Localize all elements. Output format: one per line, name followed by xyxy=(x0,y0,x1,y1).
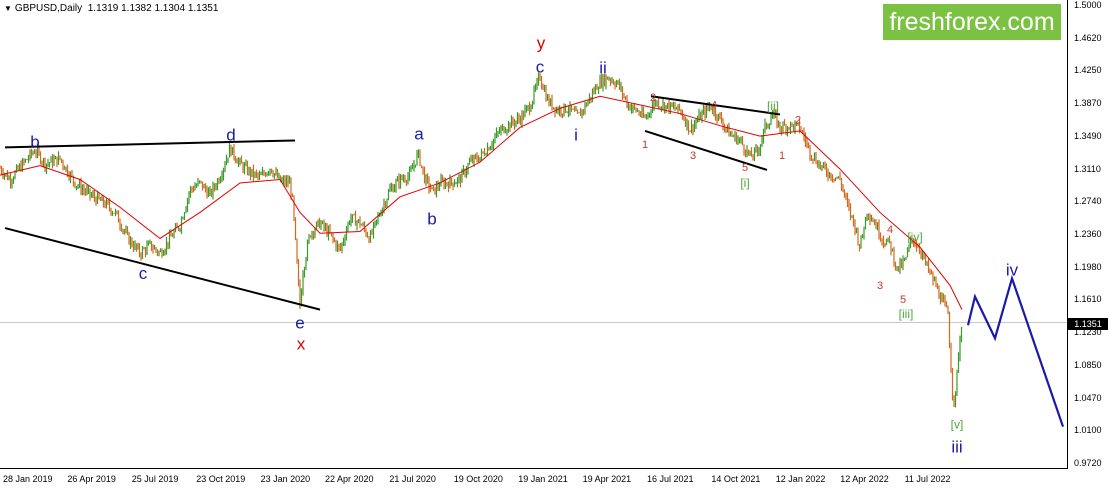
x-tick-label: 19 Jan 2021 xyxy=(518,474,568,484)
chart-window: b c d e x a b y c i ii 1 2 3 4 5 [i] [ii] 1 2 4 3 5 [iii] [iv] iv… xyxy=(0,0,1111,491)
x-tick-label: 22 Apr 2020 xyxy=(325,474,374,484)
y-tick-label: 1.1610 xyxy=(1074,294,1102,305)
wave-label: x xyxy=(297,334,306,353)
chart-header: ▼ GBPUSD,Daily 1.1319 1.1382 1.1304 1.135… xyxy=(4,3,218,14)
x-tick-label: 12 Jan 2022 xyxy=(775,474,826,484)
wave-label: 3 xyxy=(690,150,696,162)
wave-label: a xyxy=(414,124,424,143)
wave-label: 5 xyxy=(742,162,748,174)
x-tick-label: 25 Jul 2019 xyxy=(131,474,179,484)
y-tick-label: 1.3490 xyxy=(1074,130,1102,141)
wave-label: [ii] xyxy=(767,99,779,113)
wave-label: 2 xyxy=(650,92,656,104)
symbol-label: GBPUSD,Daily xyxy=(14,3,83,14)
wave-label: b xyxy=(427,209,436,228)
ohlc-values: 1.1319 1.1382 1.1304 1.1351 xyxy=(87,3,219,14)
wave-label: [iii] xyxy=(899,307,914,321)
y-tick-label: 1.3110 xyxy=(1074,163,1101,174)
y-tick-label: 1.0850 xyxy=(1074,359,1102,370)
x-tick-label: 23 Oct 2019 xyxy=(196,474,246,484)
y-tick-label: 1.4620 xyxy=(1074,32,1102,43)
wave-label: i xyxy=(574,125,578,144)
x-tick-label: 16 Jul 2021 xyxy=(647,474,694,484)
wave-label: ii xyxy=(599,59,607,78)
wave-label: 2 xyxy=(795,114,801,126)
y-tick-label: 1.1980 xyxy=(1074,261,1102,272)
dropdown-triangle-icon[interactable]: ▼ xyxy=(4,4,12,13)
trendline-triangle-upper[interactable] xyxy=(4,139,296,149)
y-tick-label: 1.0100 xyxy=(1074,425,1102,436)
y-tick-label: 1.2740 xyxy=(1074,196,1102,207)
price-chart-svg: bcdexabyciii12345[i][ii]12435[iii][iv]iv… xyxy=(0,33,1067,457)
wave-projection-line[interactable] xyxy=(966,274,1065,428)
wave-label: d xyxy=(226,125,235,144)
wave-label: 4 xyxy=(887,224,893,236)
plot-area[interactable]: b c d e x a b y c i ii 1 2 3 4 5 [i] [ii] 1 2 4 3 5 [iii] [iv] iv… xyxy=(0,0,1068,469)
wave-label: e xyxy=(295,314,304,333)
projection-group xyxy=(966,274,1065,428)
wave-label: 5 xyxy=(900,294,906,306)
wave-label: c xyxy=(139,264,148,283)
wave-label: y xyxy=(537,33,546,52)
wave-label: 4 xyxy=(711,100,717,112)
y-tick-label: 1.5000 xyxy=(1074,0,1102,10)
x-tick-label: 11 Jul 2022 xyxy=(904,474,951,484)
wave-labels-group: bcdexabyciii12345[i][ii]12435[iii][iv]iv… xyxy=(30,33,1018,456)
current-price-tag: 1.1351 xyxy=(1068,318,1108,330)
x-tick-label: 14 Oct 2021 xyxy=(711,474,761,484)
wave-label: [v] xyxy=(951,417,964,431)
y-tick-label: 1.0470 xyxy=(1074,392,1102,403)
y-tick-label: 1.3870 xyxy=(1074,98,1102,109)
y-tick-label: 1.2360 xyxy=(1074,229,1102,239)
trendline-triangle-lower[interactable] xyxy=(4,227,321,311)
wave-label: iii xyxy=(951,438,962,457)
wave-label: [i] xyxy=(740,176,749,190)
x-tick-label: 26 Apr 2019 xyxy=(67,474,116,484)
wave-label: 1 xyxy=(642,139,648,151)
x-tick-label: 19 Oct 2020 xyxy=(453,474,503,484)
wave-label: 1 xyxy=(779,150,785,162)
wave-label: b xyxy=(30,132,39,151)
wave-label: c xyxy=(536,58,545,77)
x-tick-label: 12 Apr 2022 xyxy=(840,474,889,484)
wave-label: [iv] xyxy=(907,230,922,244)
y-tick-label: 1.4250 xyxy=(1074,65,1102,76)
x-tick-label: 21 Jul 2020 xyxy=(389,474,436,484)
x-tick-label: 19 Apr 2021 xyxy=(582,474,632,484)
brand-logo: freshforex.com xyxy=(883,4,1061,40)
candles-group xyxy=(0,72,963,408)
y-tick-label: 0.9720 xyxy=(1074,458,1102,468)
wave-label: iv xyxy=(1006,261,1019,280)
x-tick-label: 28 Jan 2019 xyxy=(3,474,53,484)
wave-label: 3 xyxy=(877,280,883,292)
x-tick-label: 23 Jan 2020 xyxy=(260,474,311,484)
